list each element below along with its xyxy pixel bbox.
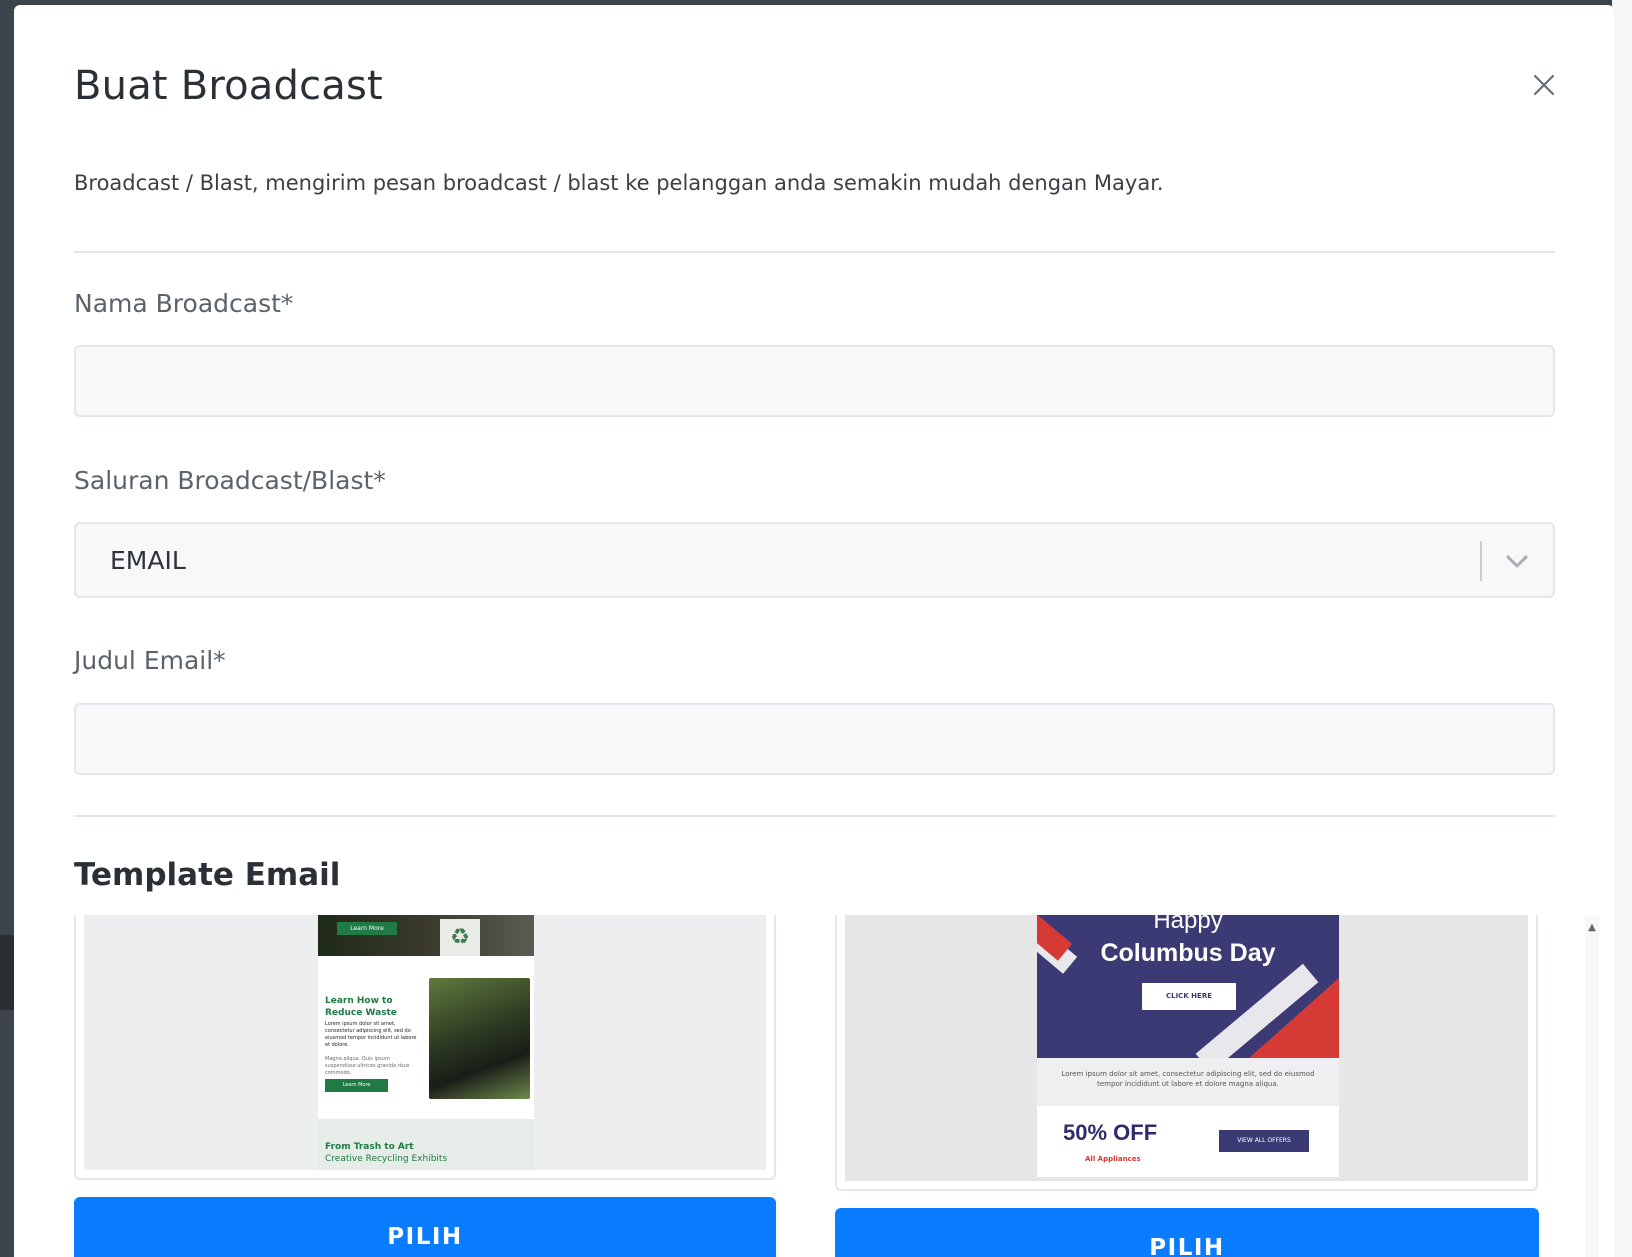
modal-title: Buat Broadcast — [74, 63, 383, 109]
recycle-icon: ♻ — [440, 919, 480, 957]
preview-offer-title: 50% OFF — [1063, 1120, 1158, 1145]
channel-select-value: EMAIL — [110, 546, 186, 575]
template-list: Learn More ♻ Learn How to Reduce Waste L… — [74, 915, 1614, 1257]
preview-hero: Happy Columbus Day CLICK HERE — [1037, 915, 1339, 1058]
chevron-down-icon[interactable] — [1500, 544, 1534, 578]
divider — [74, 815, 1555, 817]
template-card-recycle[interactable]: Learn More ♻ Learn How to Reduce Waste L… — [74, 915, 776, 1180]
preview-body: Learn How to Reduce Waste Lorem ipsum do… — [318, 956, 534, 1119]
select-template-button[interactable]: PILIH — [835, 1208, 1539, 1257]
template-preview: Happy Columbus Day CLICK HERE Lorem ipsu… — [845, 915, 1528, 1181]
preview-text: Lorem ipsum dolor sit amet, consectetur … — [1037, 1058, 1339, 1106]
modal-description: Broadcast / Blast, mengirim pesan broadc… — [74, 171, 1164, 195]
background-page — [1612, 0, 1632, 1257]
broadcast-name-label: Nama Broadcast* — [74, 289, 294, 318]
broadcast-name-input[interactable] — [74, 345, 1555, 417]
channel-select[interactable]: EMAIL — [74, 522, 1555, 598]
preview-footer: From Trash to Art Creative Recycling Exh… — [318, 1119, 534, 1170]
template-preview: Learn More ♻ Learn How to Reduce Waste L… — [84, 915, 766, 1170]
template-card-columbus[interactable]: Happy Columbus Day CLICK HERE Lorem ipsu… — [835, 915, 1538, 1191]
select-template-button[interactable]: PILIH — [74, 1197, 776, 1257]
preview-photo — [429, 978, 530, 1099]
preview-hero: Learn More ♻ — [318, 915, 534, 957]
preview-offer-button: VIEW ALL OFFERS — [1219, 1130, 1309, 1152]
close-icon — [1533, 74, 1555, 96]
decor-corner — [1249, 978, 1339, 1058]
email-preview-columbus: Happy Columbus Day CLICK HERE Lorem ipsu… — [1037, 915, 1339, 1177]
template-section-title: Template Email — [74, 857, 341, 893]
preview-heading: Learn How to Reduce Waste — [325, 996, 397, 1018]
preview-footer-title: From Trash to Art — [325, 1142, 414, 1152]
channel-label: Saluran Broadcast/Blast* — [74, 466, 386, 495]
template-scrollbar[interactable] — [1585, 915, 1599, 1257]
scroll-up-icon[interactable]: ▲ — [1585, 921, 1599, 935]
divider — [74, 251, 1555, 253]
preview-offer: 50% OFF All Appliances VIEW ALL OFFERS — [1037, 1106, 1339, 1177]
preview-text: Lorem ipsum dolor sit amet, consectetur … — [325, 1021, 417, 1048]
email-preview-recycle: Learn More ♻ Learn How to Reduce Waste L… — [318, 915, 534, 1170]
close-button[interactable] — [1526, 67, 1562, 103]
select-separator — [1480, 541, 1482, 581]
email-subject-label: Judul Email* — [74, 646, 226, 675]
preview-text: Magna aliqua. Quis ipsum suspendisse ult… — [325, 1056, 410, 1076]
preview-title: Columbus Day — [1100, 939, 1276, 967]
email-subject-input[interactable] — [74, 703, 1555, 775]
background-page-edge — [0, 935, 14, 1010]
preview-button: Learn More — [337, 922, 397, 935]
preview-happy: Happy — [1153, 915, 1223, 934]
preview-footer-subtitle: Creative Recycling Exhibits — [325, 1154, 448, 1164]
preview-button: CLICK HERE — [1142, 983, 1236, 1010]
preview-button: Learn More — [325, 1079, 388, 1092]
create-broadcast-modal: Buat Broadcast Broadcast / Blast, mengir… — [14, 5, 1614, 1257]
preview-offer-sub: All Appliances — [1085, 1155, 1141, 1163]
